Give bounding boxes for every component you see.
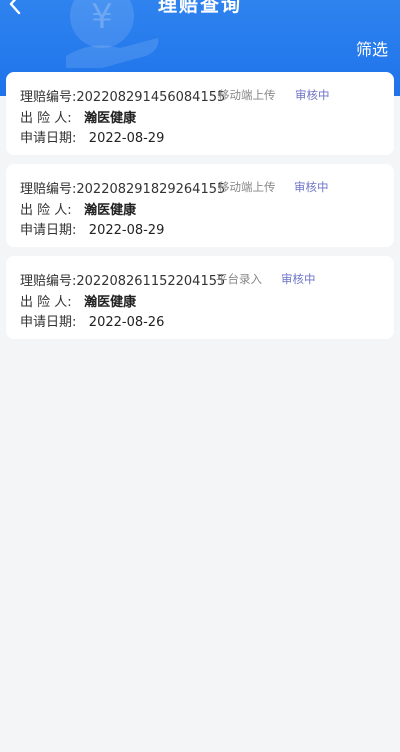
claim-source-tag: 移动端上传 (218, 88, 276, 102)
claim-card[interactable]: 理赔编号:202208291829264155 移动端上传 审核中 出 险 人:… (6, 164, 394, 247)
insured-row: 出 险 人: 瀚医健康 (20, 199, 136, 218)
claim-number-row: 理赔编号:202208261152204155 (20, 270, 225, 289)
claim-number-row: 理赔编号:202208291456084155 (20, 86, 225, 105)
status-badge: 审核中 (294, 180, 329, 194)
apply-date-label: 申请日期: (20, 131, 77, 146)
claim-number: 202208261152204155 (76, 274, 226, 289)
insured-name: 瀚医健康 (84, 111, 137, 126)
insured-label: 出 险 人: (20, 111, 72, 126)
claim-source-tag: 平台录入 (216, 272, 262, 286)
claim-list: 理赔编号:202208291456084155 移动端上传 审核中 出 险 人:… (6, 72, 394, 348)
claim-source-tag: 移动端上传 (218, 180, 276, 194)
status-badge: 审核中 (295, 88, 330, 102)
page-title: 理赔查询 (157, 0, 242, 16)
insured-label: 出 险 人: (20, 203, 72, 218)
filter-button[interactable]: 筛选 (356, 36, 388, 60)
claim-number: 202208291829264155 (76, 182, 226, 197)
insured-row: 出 险 人: 瀚医健康 (20, 107, 136, 126)
apply-date-label: 申请日期: (20, 223, 77, 238)
claim-number-label: 理赔编号: (20, 274, 77, 289)
insured-label: 出 险 人: (20, 295, 72, 310)
apply-date-label: 申请日期: (20, 315, 77, 330)
apply-date: 2022-08-26 (88, 315, 165, 330)
claim-number-label: 理赔编号: (20, 90, 77, 105)
apply-date-row: 申请日期: 2022-08-29 (20, 127, 164, 146)
apply-date: 2022-08-29 (88, 131, 165, 146)
claim-number: 202208291456084155 (76, 90, 226, 105)
insured-row: 出 险 人: 瀚医健康 (20, 291, 136, 310)
claim-card[interactable]: 理赔编号:202208261152204155 平台录入 审核中 出 险 人: … (6, 256, 394, 339)
insured-name: 瀚医健康 (84, 203, 137, 218)
apply-date: 2022-08-29 (88, 223, 165, 238)
claim-card[interactable]: 理赔编号:202208291456084155 移动端上传 审核中 出 险 人:… (6, 72, 394, 155)
apply-date-row: 申请日期: 2022-08-29 (20, 219, 164, 238)
status-badge: 审核中 (281, 272, 316, 286)
insured-name: 瀚医健康 (84, 295, 137, 310)
claim-number-label: 理赔编号: (20, 182, 77, 197)
apply-date-row: 申请日期: 2022-08-26 (20, 311, 164, 330)
claim-number-row: 理赔编号:202208291829264155 (20, 178, 225, 197)
